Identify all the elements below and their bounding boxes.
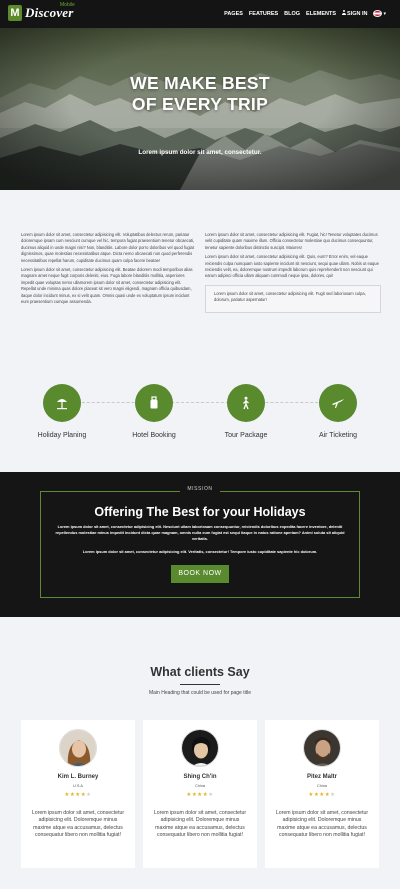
nav-pages[interactable]: PAGES	[224, 11, 243, 17]
nav-features[interactable]: FEATURES	[249, 11, 278, 17]
testimonial-text: Lorem ipsum dolor sit amet, consectetur …	[153, 810, 247, 838]
nav-elements[interactable]: ELEMENTS	[306, 11, 336, 17]
uk-flag-icon	[373, 10, 383, 17]
client-country: U.S.A	[73, 784, 83, 788]
sign-in-label: SIGN IN	[347, 11, 368, 17]
service-holiday-planing: Holiday Planing	[12, 384, 112, 439]
logo-subtitle: Mobile	[60, 2, 75, 8]
book-now-button[interactable]: BOOK NOW	[171, 565, 229, 583]
about-paragraph: Lorem ipsum dolor sit amet, consectetur …	[21, 267, 193, 305]
about-right-column: Lorem ipsum dolor sit amet, consectetur …	[205, 232, 381, 313]
caret-down-icon: ▾	[383, 10, 386, 17]
nav-blog[interactable]: BLOG	[284, 11, 300, 17]
mission-text: Lorem ipsum dolor sit amet, consectetur …	[55, 524, 345, 542]
luggage-icon[interactable]	[135, 384, 173, 422]
mission-section: MISSION Offering The Best for your Holid…	[0, 472, 400, 617]
airplane-icon[interactable]	[319, 384, 357, 422]
testimonial-text: Lorem ipsum dolor sit amet, consectetur …	[275, 810, 369, 838]
avatar	[303, 729, 341, 767]
mission-tag: MISSION	[180, 486, 220, 492]
about-paragraph: Lorem ipsum dolor sit amet, consectetur …	[205, 232, 378, 250]
client-country: China	[317, 784, 327, 788]
avatar	[59, 729, 97, 767]
services-row: Holiday Planing Hotel Booking Tour Packa…	[0, 380, 400, 450]
rating-stars: ★★★★★	[64, 792, 92, 798]
site-header: M Discover Mobile PAGES FEATURES BLOG EL…	[0, 0, 400, 28]
client-country: China	[195, 784, 205, 788]
testimonial-card: Shing Ch'in China ★★★★★ Lorem ipsum dolo…	[143, 720, 257, 868]
testimonial-text: Lorem ipsum dolor sit amet, consectetur …	[31, 810, 125, 838]
service-label: Hotel Booking	[132, 432, 176, 439]
beach-umbrella-icon[interactable]	[43, 384, 81, 422]
testimonial-card: Pitez Maltr China ★★★★★ Lorem ipsum dolo…	[265, 720, 379, 868]
client-name: Shing Ch'in	[183, 774, 217, 780]
hero-banner: WE MAKE BEST OF EVERY TRIP Lorem ipsum d…	[0, 28, 400, 190]
mission-text: Lorem ipsum dolor sit amet, consectetur …	[82, 549, 318, 554]
clients-title: What clients Say	[150, 665, 250, 679]
service-label: Air Ticketing	[318, 432, 358, 439]
title-divider	[180, 684, 220, 685]
testimonial-card: Kim L. Burney U.S.A ★★★★★ Lorem ipsum do…	[21, 720, 135, 868]
rating-stars: ★★★★★	[308, 792, 336, 798]
service-label: Holiday Planing	[37, 432, 87, 439]
service-tour-package: Tour Package	[196, 384, 296, 439]
client-name: Kim L. Burney	[57, 774, 99, 780]
service-hotel-booking: Hotel Booking	[104, 384, 204, 439]
avatar	[181, 729, 219, 767]
about-paragraph: Lorem ipsum dolor sit amet, consectetur …	[21, 232, 195, 263]
clients-subtitle: Main Heading that could be used for page…	[148, 690, 251, 696]
hero-title-line2: OF EVERY TRIP	[131, 94, 269, 114]
mission-title: Offering The Best for your Holidays	[94, 505, 306, 519]
rating-stars: ★★★★★	[186, 792, 214, 798]
client-name: Pitez Maltr	[306, 774, 337, 780]
main-nav: PAGES FEATURES BLOG ELEMENTS SIGN IN ▾	[224, 10, 386, 17]
quote-box: Lorem ipsum dolor sit amet, consectetur …	[205, 284, 381, 313]
logo-mark: M	[8, 5, 22, 21]
about-left-column: Lorem ipsum dolor sit amet, consectetur …	[21, 232, 197, 308]
nav-sign-in[interactable]: SIGN IN	[342, 10, 367, 17]
hero-title: WE MAKE BEST OF EVERY TRIP	[0, 73, 400, 115]
language-selector[interactable]: ▾	[373, 10, 386, 17]
hero-title-line1: WE MAKE BEST	[130, 73, 270, 93]
service-label: Tour Package	[224, 432, 268, 439]
service-air-ticketing: Air Ticketing	[288, 384, 388, 439]
logo[interactable]: M Discover Mobile	[8, 2, 75, 21]
hiker-icon[interactable]	[227, 384, 265, 422]
hero-subtitle: Lorem ipsum dolor sit amet, consectetur.	[138, 149, 262, 156]
about-paragraph: Lorem ipsum dolor sit amet, consectetur …	[205, 254, 379, 279]
user-icon	[342, 10, 346, 15]
